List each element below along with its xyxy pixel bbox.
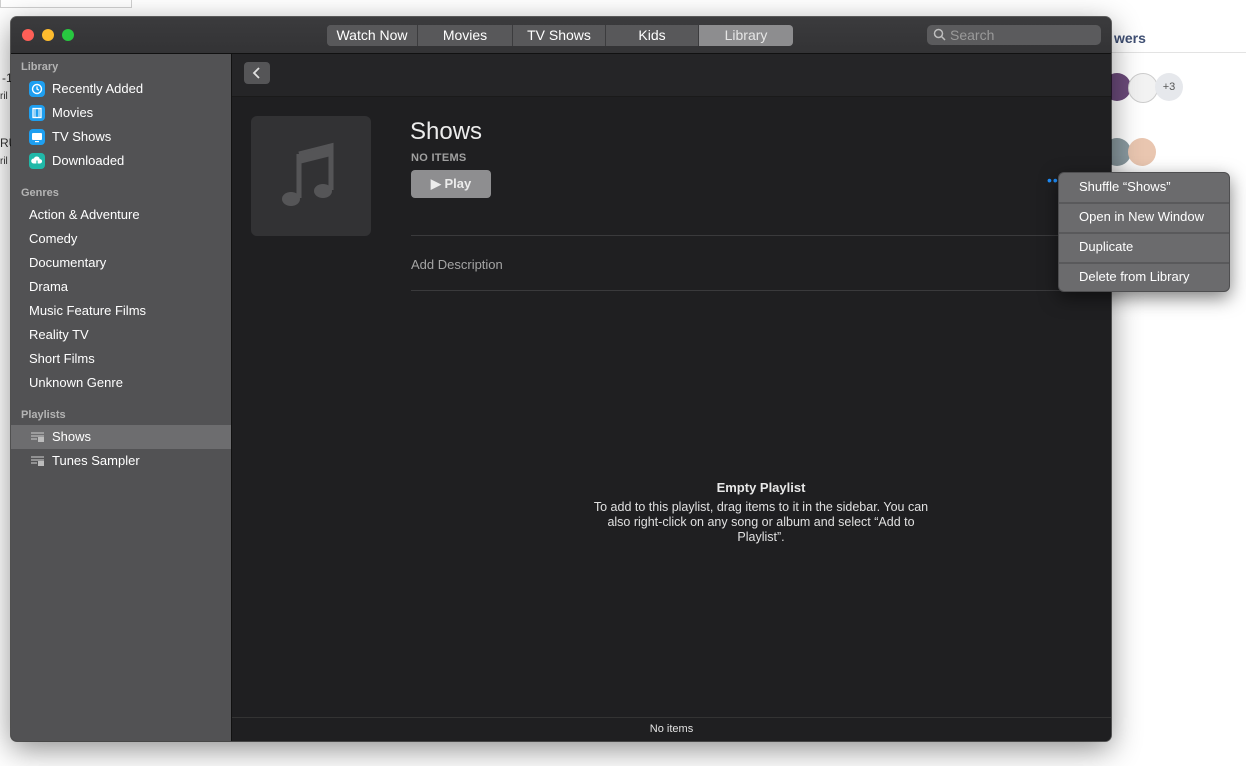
playlist-item-count: NO ITEMS <box>411 152 467 164</box>
background-header-fragment: wers <box>1114 30 1146 46</box>
sidebar-item-recently-added[interactable]: Recently Added <box>11 77 231 101</box>
sidebar-item-playlist-shows[interactable]: Shows <box>11 425 231 449</box>
zoom-window-button[interactable] <box>62 29 74 41</box>
sidebar-item-downloaded[interactable]: Downloaded <box>11 149 231 173</box>
menu-item-shuffle[interactable]: Shuffle “Shows” <box>1059 173 1229 201</box>
background-left-fragment: ril <box>0 156 8 167</box>
avatar[interactable] <box>1128 138 1156 166</box>
tab-kids[interactable]: Kids <box>606 25 699 46</box>
main-content: Shows NO ITEMS ▶ Play •• Add Description… <box>232 54 1111 741</box>
sidebar-item-label: Comedy <box>29 231 78 246</box>
tv-icon <box>29 129 45 145</box>
sidebar-item-label: Downloaded <box>52 153 125 168</box>
tab-watch-now[interactable]: Watch Now <box>327 25 418 46</box>
background-divider <box>1110 52 1246 53</box>
library-heading: Library <box>21 61 59 73</box>
playlist-title: Shows <box>410 118 483 145</box>
status-bar: No items <box>232 717 1111 741</box>
minimize-window-button[interactable] <box>42 29 54 41</box>
close-window-button[interactable] <box>22 29 34 41</box>
sidebar-item-genre[interactable]: Short Films <box>11 347 231 371</box>
sidebar-item-movies[interactable]: Movies <box>11 101 231 125</box>
sidebar-item-label: Documentary <box>29 255 107 270</box>
chevron-left-icon <box>252 67 260 79</box>
sidebar-item-playlist-tunes-sampler[interactable]: Tunes Sampler <box>11 449 231 473</box>
avatar[interactable] <box>1128 73 1158 103</box>
background-box <box>0 0 132 8</box>
playlist-artwork <box>251 116 371 236</box>
sidebar-item-genre[interactable]: Comedy <box>11 227 231 251</box>
divider <box>411 290 1111 291</box>
content-toolbar <box>232 54 1111 97</box>
tab-library[interactable]: Library <box>699 25 793 46</box>
title-bar: Watch Now Movies TV Shows Kids Library S… <box>11 17 1111 54</box>
empty-playlist-title: Empty Playlist <box>716 480 806 495</box>
section-tabs: Watch Now Movies TV Shows Kids Library <box>327 25 793 46</box>
genres-heading: Genres <box>21 187 59 199</box>
sidebar: Library Recently Added Movies TV Shows D… <box>11 54 232 741</box>
avatar-more-count[interactable]: +3 <box>1155 73 1183 101</box>
search-placeholder: Search <box>950 27 995 43</box>
playlist-icon <box>31 456 44 466</box>
tv-app-window: Watch Now Movies TV Shows Kids Library S… <box>11 17 1111 741</box>
sidebar-item-genre[interactable]: Drama <box>11 275 231 299</box>
sidebar-item-label: Movies <box>52 105 94 120</box>
play-button-label: Play <box>444 176 472 191</box>
sidebar-item-label: Unknown Genre <box>29 375 123 390</box>
tab-tv-shows[interactable]: TV Shows <box>513 25 606 46</box>
clock-icon <box>29 81 45 97</box>
add-description-link[interactable]: Add Description <box>411 257 503 272</box>
tab-movies[interactable]: Movies <box>418 25 513 46</box>
menu-item-open-new-window[interactable]: Open in New Window <box>1059 203 1229 231</box>
sidebar-item-genre[interactable]: Action & Adventure <box>11 203 231 227</box>
sidebar-item-label: Short Films <box>29 351 95 366</box>
menu-item-duplicate[interactable]: Duplicate <box>1059 233 1229 261</box>
search-field[interactable]: Search <box>927 25 1101 45</box>
menu-item-label: Shuffle “Shows” <box>1079 179 1171 194</box>
menu-item-label: Delete from Library <box>1079 269 1190 284</box>
play-icon: ▶ <box>430 176 441 191</box>
play-button[interactable]: ▶ Play <box>411 170 491 198</box>
sidebar-item-label: Reality TV <box>29 327 89 342</box>
sidebar-item-genre[interactable]: Unknown Genre <box>11 371 231 395</box>
divider <box>411 235 1111 236</box>
sidebar-item-label: Recently Added <box>52 81 144 96</box>
empty-playlist-message: To add to this playlist, drag items to i… <box>593 500 929 544</box>
sidebar-item-genre[interactable]: Music Feature Films <box>11 299 231 323</box>
playlists-heading: Playlists <box>21 409 66 421</box>
menu-item-label: Duplicate <box>1079 239 1134 254</box>
search-icon <box>933 28 946 41</box>
sidebar-item-label: Drama <box>29 279 69 294</box>
music-note-icon <box>282 142 334 206</box>
cloud-download-icon <box>29 153 45 169</box>
menu-item-label: Open in New Window <box>1079 209 1204 224</box>
sidebar-item-label: Shows <box>52 429 92 444</box>
film-icon <box>29 105 45 121</box>
sidebar-item-label: Music Feature Films <box>29 303 147 318</box>
sidebar-item-genre[interactable]: Reality TV <box>11 323 231 347</box>
sidebar-item-genre[interactable]: Documentary <box>11 251 231 275</box>
playlist-icon <box>31 432 44 442</box>
sidebar-item-label: TV Shows <box>52 129 112 144</box>
background-left-fragment: ril <box>0 91 8 102</box>
sidebar-item-tv-shows[interactable]: TV Shows <box>11 125 231 149</box>
context-menu: Shuffle “Shows” Open in New Window Dupli… <box>1058 172 1230 292</box>
menu-item-delete-from-library[interactable]: Delete from Library <box>1059 263 1229 291</box>
sidebar-item-label: Tunes Sampler <box>52 453 140 468</box>
status-text: No items <box>649 723 694 735</box>
sidebar-item-label: Action & Adventure <box>29 207 140 222</box>
back-button[interactable] <box>244 62 270 84</box>
